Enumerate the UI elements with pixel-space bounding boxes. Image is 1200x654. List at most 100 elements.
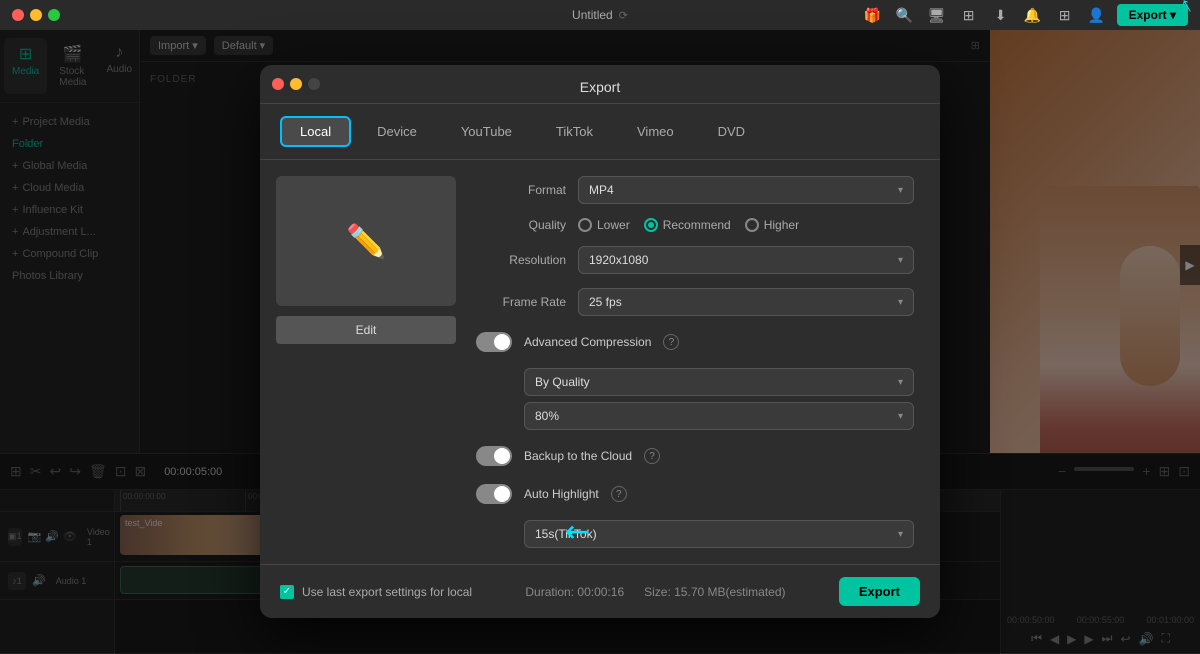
tab-vimeo[interactable]: Vimeo: [619, 118, 692, 145]
compression-percent-select[interactable]: 80% ▾: [524, 402, 914, 430]
footer-info: Duration: 00:00:16 Size: 15.70 MB(estima…: [525, 585, 785, 599]
advanced-compression-help[interactable]: ?: [663, 334, 679, 350]
backup-cloud-toggle[interactable]: [476, 446, 512, 466]
quality-lower-dot: [578, 218, 592, 232]
auto-highlight-label: Auto Highlight: [524, 487, 599, 501]
quality-higher-label: Higher: [764, 218, 799, 232]
frame-rate-select[interactable]: 25 fps ▾: [578, 288, 914, 316]
quality-row: Quality Lower Recommend: [476, 218, 914, 232]
resolution-chevron: ▾: [898, 255, 903, 266]
gift-icon[interactable]: 🎁: [861, 3, 885, 27]
format-label: Format: [476, 183, 566, 197]
bell-icon[interactable]: 🔔: [1021, 3, 1045, 27]
duration-label: Duration:: [525, 585, 574, 599]
tab-youtube[interactable]: YouTube: [443, 118, 530, 145]
modal-footer: ✓ Use last export settings for local Dur…: [260, 564, 940, 618]
auto-highlight-select[interactable]: 15s(TikTok) ▾: [524, 520, 914, 548]
quality-recommend[interactable]: Recommend: [644, 218, 731, 232]
monitor-icon[interactable]: 🖥: [925, 3, 949, 27]
duration-value: 00:00:16: [577, 585, 624, 599]
modal-body: ✏️ Edit Format MP4 ▾: [260, 160, 940, 564]
use-last-settings-text: Use last export settings for local: [302, 585, 472, 599]
quality-recommend-dot: [644, 218, 658, 232]
app-window: Untitled ⟳ 🎁 🔍 🖥 ⊞ ⬇ 🔔 ⊞ 👤 Export ▾ ↑ ⊞ …: [0, 0, 1200, 653]
help-icon: ?: [669, 337, 675, 348]
advanced-compression-label: Advanced Compression: [524, 335, 651, 349]
resolution-value: 1920x1080: [589, 253, 648, 267]
search-icon[interactable]: 🔍: [893, 3, 917, 27]
close-button[interactable]: [12, 9, 24, 21]
quality-lower[interactable]: Lower: [578, 218, 630, 232]
title-text: Untitled: [572, 8, 613, 22]
modal-minimize[interactable]: [290, 78, 302, 90]
frame-rate-chevron: ▾: [898, 297, 903, 308]
advanced-compression-toggle[interactable]: [476, 332, 512, 352]
auto-highlight-row: Auto Highlight ?: [476, 482, 914, 506]
user-icon[interactable]: 👤: [1085, 3, 1109, 27]
modal-maximize[interactable]: [308, 78, 320, 90]
download-icon[interactable]: ⬇: [989, 3, 1013, 27]
modal-tabs: Local Device YouTube TikTok Vimeo DVD: [260, 104, 940, 160]
use-last-settings-label[interactable]: ✓ Use last export settings for local: [280, 585, 472, 599]
tab-dvd[interactable]: DVD: [700, 118, 763, 145]
title-icon: ⟳: [619, 9, 628, 22]
resolution-row: Resolution 1920x1080 ▾: [476, 246, 914, 274]
quality-higher[interactable]: Higher: [745, 218, 799, 232]
compression-quality-control: By Quality ▾ 80% ▾: [524, 368, 914, 430]
advanced-compression-row: Advanced Compression ?: [476, 330, 914, 354]
auto-highlight-help[interactable]: ?: [611, 486, 627, 502]
window-title: Untitled ⟳: [572, 8, 628, 22]
backup-cloud-help[interactable]: ?: [644, 448, 660, 464]
edit-thumbnail-icon: ✏️: [346, 222, 386, 260]
auto-highlight-value: 15s(TikTok): [535, 527, 597, 541]
modal-close[interactable]: [272, 78, 284, 90]
modal-header: Export: [260, 65, 940, 104]
compression-percent-value: 80%: [535, 409, 559, 423]
format-value: MP4: [589, 183, 614, 197]
export-modal: Export Local Device YouTube TikTok Vimeo…: [260, 65, 940, 618]
auto-highlight-chevron: ▾: [898, 529, 903, 540]
grid-icon[interactable]: ⊞: [1053, 3, 1077, 27]
size-info: Size: 15.70 MB(estimated): [644, 585, 785, 599]
auto-highlight-toggle[interactable]: [476, 484, 512, 504]
modal-overlay: Export Local Device YouTube TikTok Vimeo…: [0, 30, 1200, 653]
backup-cloud-row: Backup to the Cloud ?: [476, 444, 914, 468]
compression-quality-chevron: ▾: [898, 377, 903, 388]
auto-highlight-control: 15s(TikTok) ▾: [524, 520, 914, 548]
highlight-help-icon: ?: [616, 489, 622, 500]
modal-thumbnail-panel: ✏️ Edit: [276, 176, 456, 548]
quality-recommend-label: Recommend: [663, 218, 731, 232]
format-row: Format MP4 ▾: [476, 176, 914, 204]
tab-tiktok[interactable]: TikTok: [538, 118, 611, 145]
compression-quality-value: By Quality: [535, 375, 590, 389]
modal-title: Export: [580, 79, 620, 95]
edit-thumbnail-button[interactable]: Edit: [276, 316, 456, 344]
layout-icon[interactable]: ⊞: [957, 3, 981, 27]
minimize-button[interactable]: [30, 9, 42, 21]
quality-lower-label: Lower: [597, 218, 630, 232]
frame-rate-value: 25 fps: [589, 295, 622, 309]
quality-label: Quality: [476, 218, 566, 232]
compression-percent-chevron: ▾: [898, 411, 903, 422]
thumbnail-preview: ✏️: [276, 176, 456, 306]
quality-higher-dot: [745, 218, 759, 232]
export-modal-button[interactable]: Export: [839, 577, 920, 606]
modal-settings-panel: Format MP4 ▾ Quality Lower: [476, 176, 924, 548]
resolution-select[interactable]: 1920x1080 ▾: [578, 246, 914, 274]
duration-info: Duration: 00:00:16: [525, 585, 624, 599]
maximize-button[interactable]: [48, 9, 60, 21]
quality-radio-group: Lower Recommend Higher: [578, 218, 914, 232]
backup-help-icon: ?: [649, 451, 655, 462]
window-controls: [12, 9, 60, 21]
format-select[interactable]: MP4 ▾: [578, 176, 914, 204]
compression-quality-select[interactable]: By Quality ▾: [524, 368, 914, 396]
export-top-button[interactable]: Export ▾: [1117, 4, 1188, 26]
tab-device[interactable]: Device: [359, 118, 435, 145]
modal-traffic-lights: [272, 78, 320, 90]
backup-cloud-label: Backup to the Cloud: [524, 449, 632, 463]
tab-local[interactable]: Local: [280, 116, 351, 147]
use-last-settings-checkbox[interactable]: ✓: [280, 585, 294, 599]
top-toolbar: 🎁 🔍 🖥 ⊞ ⬇ 🔔 ⊞ 👤 Export ▾ ↑: [849, 0, 1200, 30]
resolution-label: Resolution: [476, 253, 566, 267]
frame-rate-label: Frame Rate: [476, 295, 566, 309]
